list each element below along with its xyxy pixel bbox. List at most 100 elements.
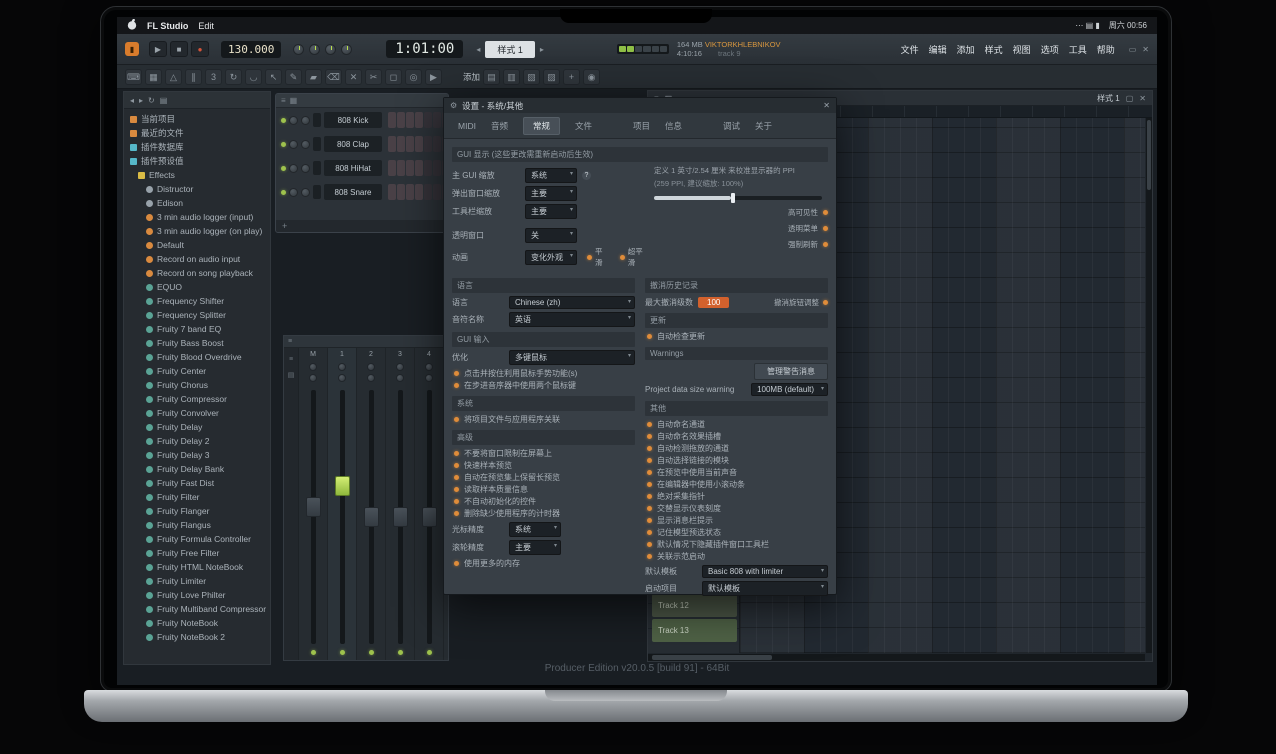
menubar-app-name[interactable]: FL Studio: [147, 21, 188, 31]
strip-led[interactable]: [340, 650, 345, 655]
max-undo-value[interactable]: 100: [698, 297, 729, 308]
option-toggle[interactable]: 在编辑器中使用小滚动条: [647, 479, 828, 490]
step-cell[interactable]: [415, 112, 423, 128]
strip-fader[interactable]: [369, 390, 374, 644]
language-select[interactable]: Chinese (zh): [509, 296, 635, 309]
stop-button[interactable]: ■: [170, 41, 188, 57]
browser-item[interactable]: Fruity Love Philter: [124, 588, 270, 602]
option-toggle[interactable]: 显示消息栏提示: [647, 515, 828, 526]
browser-icon[interactable]: ▨: [543, 69, 560, 85]
startup-project-select[interactable]: 默认模板: [702, 581, 828, 596]
time-display[interactable]: 1:01:00: [386, 40, 463, 58]
step-cell[interactable]: [433, 112, 441, 128]
delete-tool-icon[interactable]: ⌫: [325, 69, 342, 85]
channel-button[interactable]: 808 Clap: [324, 136, 382, 152]
step-cell[interactable]: [397, 112, 405, 128]
pattern-prev-icon[interactable]: ◂: [473, 45, 483, 54]
step-cell[interactable]: [397, 184, 405, 200]
pattern-next-icon[interactable]: ▸: [537, 45, 547, 54]
browser-item[interactable]: 3 min audio logger (input): [124, 210, 270, 224]
smooth-toggle[interactable]: 平滑: [587, 246, 610, 268]
view-mode-icon[interactable]: ▤: [160, 96, 168, 105]
step-cell[interactable]: [433, 136, 441, 152]
default-template-select[interactable]: Basic 808 with limiter: [702, 565, 828, 578]
step-cell[interactable]: [424, 136, 432, 152]
step-cell[interactable]: [397, 136, 405, 152]
add-channel-button[interactable]: +: [282, 221, 287, 231]
strip-stereo-knob[interactable]: [425, 374, 433, 382]
option-toggle[interactable]: 关联示范启动: [647, 551, 828, 562]
strip-fader[interactable]: [398, 390, 403, 644]
tap-tempo-icon[interactable]: ◉: [583, 69, 600, 85]
browser-item[interactable]: Fruity Blood Overdrive: [124, 350, 270, 364]
slice-tool-icon[interactable]: ✂: [365, 69, 382, 85]
data-size-warning-select[interactable]: 100MB (default): [751, 383, 828, 396]
menu-帮助[interactable]: 帮助: [1097, 43, 1115, 56]
strip-pan-knob[interactable]: [309, 363, 317, 371]
menu-文件[interactable]: 文件: [901, 43, 919, 56]
playlist-close-icon[interactable]: ✕: [1139, 94, 1146, 103]
ultrasmooth-toggle[interactable]: 超平滑: [620, 246, 650, 268]
channel-mute-led[interactable]: [281, 142, 286, 147]
plugin-add-icon[interactable]: +: [563, 69, 580, 85]
step-cell[interactable]: [424, 160, 432, 176]
browser-item[interactable]: Fruity Limiter: [124, 574, 270, 588]
tab-文件[interactable]: 文件: [575, 120, 592, 132]
playlist-icon[interactable]: ▥: [503, 69, 520, 85]
pattern-name[interactable]: 样式 1: [485, 41, 535, 58]
option-toggle[interactable]: 绝对采集指针: [647, 491, 828, 502]
channel-mute-led[interactable]: [281, 118, 286, 123]
strip-pan-knob[interactable]: [338, 363, 346, 371]
tab-常规[interactable]: 常规: [523, 117, 560, 135]
mixer-icon[interactable]: ▧: [523, 69, 540, 85]
browser-item[interactable]: 3 min audio logger (on play): [124, 224, 270, 238]
back-icon[interactable]: ◂: [130, 96, 134, 105]
option-toggle[interactable]: 默认情况下隐藏插件窗口工具栏: [647, 539, 828, 550]
step-cell[interactable]: [406, 136, 414, 152]
typing-keyboard-icon[interactable]: ⌨: [125, 69, 142, 85]
browser-item[interactable]: Fruity HTML NoteBook: [124, 560, 270, 574]
browser-item[interactable]: 当前项目: [124, 112, 270, 126]
main-gui-scale-select[interactable]: 系统: [525, 168, 577, 183]
strip-stereo-knob[interactable]: [309, 374, 317, 382]
pattern-song-toggle[interactable]: ▮: [125, 42, 139, 56]
channel-mute-led[interactable]: [281, 166, 286, 171]
browser-item[interactable]: Fruity Flangus: [124, 518, 270, 532]
master-pitch-knob[interactable]: [309, 44, 320, 55]
pencil-tool-icon[interactable]: ✎: [285, 69, 302, 85]
mixer-strip[interactable]: 2: [357, 348, 386, 660]
scroll-precision-select[interactable]: 主要: [509, 540, 561, 555]
pointer-tool-icon[interactable]: ↖: [265, 69, 282, 85]
option-toggle[interactable]: 不要将窗口限制在屏幕上: [454, 448, 635, 459]
browser-item[interactable]: Fruity Bass Boost: [124, 336, 270, 350]
battery-icon[interactable]: ▮: [1095, 21, 1099, 30]
step-cell[interactable]: [415, 184, 423, 200]
step-cell[interactable]: [415, 160, 423, 176]
channel-button[interactable]: 808 HiHat: [324, 160, 382, 176]
step-cell[interactable]: [406, 112, 414, 128]
forward-icon[interactable]: ▸: [139, 96, 143, 105]
apple-menu[interactable]: [127, 19, 137, 32]
step-cell[interactable]: [397, 160, 405, 176]
browser-item[interactable]: Fruity Delay 2: [124, 434, 270, 448]
fader-handle[interactable]: [335, 476, 350, 496]
strip-fader[interactable]: [311, 390, 316, 644]
option-toggle[interactable]: 透明菜单: [788, 223, 828, 234]
wait-for-input-icon[interactable]: ∥: [185, 69, 202, 85]
mixer-eq-icon[interactable]: ▤: [288, 371, 295, 379]
minimize-button[interactable]: ▭: [1129, 45, 1137, 54]
strip-stereo-knob[interactable]: [338, 374, 346, 382]
strip-led[interactable]: [369, 650, 374, 655]
channel-pan-knob[interactable]: [289, 116, 298, 125]
zoom-tool-icon[interactable]: ◎: [405, 69, 422, 85]
option-toggle[interactable]: 强制刷新: [788, 239, 828, 250]
menu-工具[interactable]: 工具: [1069, 43, 1087, 56]
toolbar-scale-select[interactable]: 主要: [525, 204, 577, 219]
popup-scale-select[interactable]: 主要: [525, 186, 577, 201]
mixer-fx-icon[interactable]: ≡: [289, 356, 293, 363]
browser-item[interactable]: Record on song playback: [124, 266, 270, 280]
channel-pan-knob[interactable]: [289, 140, 298, 149]
step-cell[interactable]: [415, 136, 423, 152]
strip-fader[interactable]: [340, 390, 345, 644]
option-toggle[interactable]: 读取样本质量信息: [454, 484, 635, 495]
